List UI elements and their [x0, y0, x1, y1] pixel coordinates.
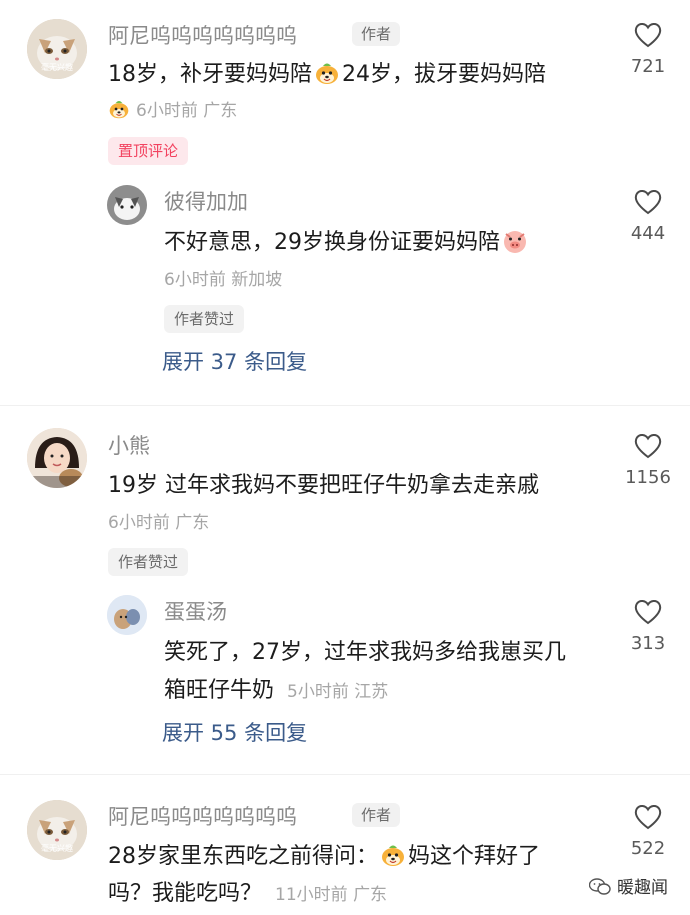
- like-count: 721: [630, 56, 666, 77]
- comment-text-part: 吗？我能吃吗？: [108, 881, 263, 906]
- comment-location: 广东: [175, 513, 210, 533]
- girl-avatar-image: [27, 428, 87, 488]
- comment-author-name[interactable]: 阿尼呜呜呜呜呜呜呜: [108, 801, 297, 831]
- author-tag: 作者: [352, 22, 401, 46]
- expand-replies-link[interactable]: 展开 37 条回复: [162, 346, 307, 376]
- reply-avatar[interactable]: [107, 185, 147, 225]
- reply-meta: 5小时前 江苏: [287, 682, 388, 702]
- comment-meta: 11小时前 广东: [275, 885, 387, 905]
- comment-time: 11小时前: [275, 885, 348, 905]
- comment-author-name[interactable]: 小熊: [108, 430, 150, 460]
- comment-text-part: 妈这个拜好了: [408, 844, 541, 869]
- heart-icon[interactable]: [633, 597, 663, 627]
- avatar[interactable]: 毫无兴趣: [27, 19, 87, 79]
- reply-text-line: 笑死了，27岁，过年求我妈多给我崽买几: [164, 640, 566, 665]
- like-button[interactable]: 444: [613, 187, 683, 244]
- dog-emoji-icon: [381, 844, 405, 867]
- like-count: 1156: [625, 467, 671, 488]
- comment-location: 广东: [353, 885, 388, 905]
- comment-location: 广东: [203, 101, 238, 121]
- comment-time: 6小时前: [136, 101, 198, 121]
- divider: [0, 774, 690, 775]
- reply-text-line: 箱旺仔牛奶 5小时前 江苏: [164, 672, 388, 704]
- comment-text-line: 吗？我能吃吗？ 11小时前 广东: [108, 875, 387, 907]
- pinned-comment-tag: 置顶评论: [108, 137, 189, 165]
- watermark: 暖趣闻: [588, 873, 668, 901]
- reply-location: 新加坡: [231, 270, 283, 290]
- avatar-caption: 毫无兴趣: [41, 63, 73, 72]
- wechat-icon: [588, 878, 611, 901]
- comment-text: 18岁，补牙要妈妈陪 24岁，拔牙要妈妈陪: [108, 56, 546, 88]
- pig-emoji-icon: [503, 230, 527, 254]
- comment-text-line: 28岁家里东西吃之前得问： 妈这个拜好了: [108, 838, 540, 870]
- heart-icon[interactable]: [633, 802, 663, 832]
- like-button[interactable]: 522: [613, 802, 683, 859]
- reply-avatar[interactable]: [107, 595, 147, 635]
- like-count: 522: [630, 838, 666, 859]
- like-count: 313: [630, 633, 666, 654]
- heart-icon[interactable]: [633, 20, 663, 50]
- avatar-caption: 毫无兴趣: [41, 844, 73, 853]
- comment-meta: 6小时前 广东: [108, 508, 209, 533]
- comment-author-name[interactable]: 阿尼呜呜呜呜呜呜呜: [108, 20, 297, 50]
- reply-meta: 6小时前 新加坡: [164, 265, 282, 290]
- comment-text-part: 28岁家里东西吃之前得问：: [108, 844, 378, 869]
- like-button[interactable]: 721: [613, 20, 683, 77]
- comment-time: 6小时前: [108, 513, 170, 533]
- author-liked-tag: 作者赞过: [108, 548, 189, 576]
- reply-time: 6小时前: [164, 270, 226, 290]
- like-count: 444: [630, 223, 666, 244]
- reply-time: 5小时前: [287, 682, 349, 702]
- watermark-text: 暖趣闻: [617, 878, 668, 898]
- expand-replies-link[interactable]: 展开 55 条回复: [162, 717, 307, 747]
- cartoon-avatar-image: [107, 595, 147, 635]
- reply-author-name[interactable]: 蛋蛋汤: [164, 596, 227, 626]
- reply-text-body: 箱旺仔牛奶: [164, 678, 275, 703]
- reply-text-body: 不好意思，29岁换身份证要妈妈陪: [164, 230, 500, 255]
- like-button[interactable]: 1156: [613, 431, 683, 488]
- reply-location: 江苏: [354, 682, 389, 702]
- avatar[interactable]: [27, 428, 87, 488]
- like-button[interactable]: 313: [613, 597, 683, 654]
- reply-author-name[interactable]: 彼得加加: [164, 186, 248, 216]
- avatar[interactable]: 毫无兴趣: [27, 800, 87, 860]
- comment-meta: 6小时前 广东: [108, 96, 237, 121]
- comment-text-part: 24岁，拔牙要妈妈陪: [342, 62, 546, 87]
- dog-emoji-icon: [109, 100, 129, 119]
- comment-text: 19岁 过年求我妈不要把旺仔牛奶拿去走亲戚: [108, 473, 539, 498]
- comment-text-part: 18岁，补牙要妈妈陪: [108, 62, 312, 87]
- divider: [0, 405, 690, 406]
- dog-emoji-icon: [315, 62, 339, 85]
- heart-icon[interactable]: [633, 187, 663, 217]
- author-liked-tag: 作者赞过: [164, 305, 245, 333]
- author-tag: 作者: [352, 803, 401, 827]
- reply-text: 不好意思，29岁换身份证要妈妈陪: [164, 224, 530, 256]
- heart-icon[interactable]: [633, 431, 663, 461]
- cat-avatar-image: [107, 185, 147, 225]
